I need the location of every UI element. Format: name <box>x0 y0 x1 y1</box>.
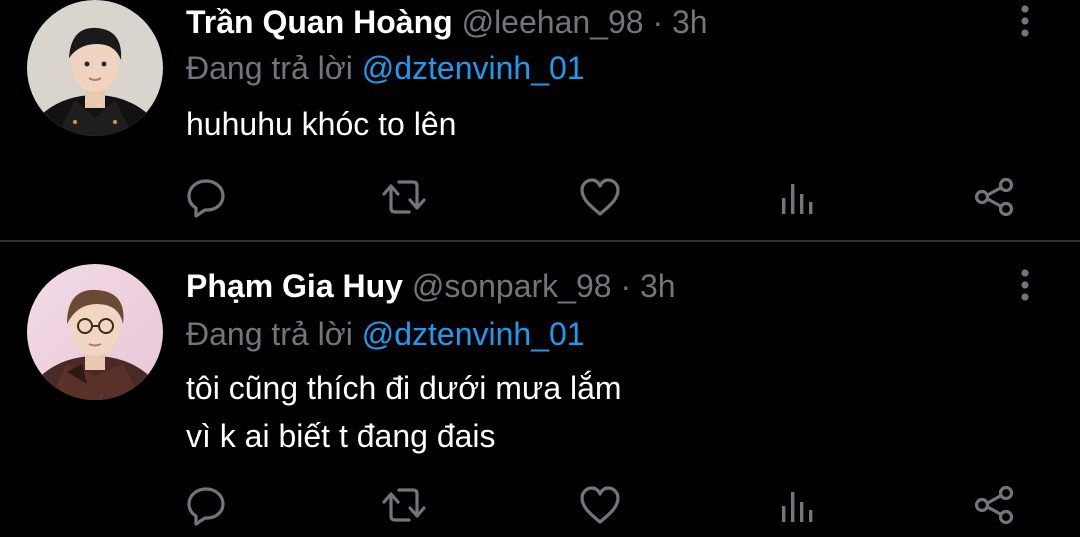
action-bar <box>0 172 1080 222</box>
separator: · <box>620 268 632 304</box>
like-icon[interactable] <box>575 172 625 222</box>
stats-icon[interactable] <box>772 480 822 530</box>
like-icon[interactable] <box>575 480 625 530</box>
share-icon[interactable] <box>970 172 1020 222</box>
retweet-icon[interactable] <box>379 480 429 530</box>
tweet-text-line: tôi cũng thích đi dưới mưa lắm <box>186 370 622 406</box>
tweet[interactable]: Phạm Gia Huy @sonpark_98 · 3h Đang trả l… <box>0 242 1080 537</box>
stats-icon[interactable] <box>772 172 822 222</box>
tweet-text: huhuhu khóc to lên <box>186 100 456 148</box>
tweet-text: tôi cũng thích đi dưới mưa lắm vì k ai b… <box>186 364 622 460</box>
user-handle[interactable]: @sonpark_98 <box>412 268 612 304</box>
reply-icon[interactable] <box>181 480 231 530</box>
replying-prefix: Đang trả lời <box>186 50 353 86</box>
tweet-header: Phạm Gia Huy @sonpark_98 · 3h <box>186 266 676 306</box>
replying-prefix: Đang trả lời <box>186 316 353 352</box>
avatar[interactable] <box>27 0 163 136</box>
tweet[interactable]: Trần Quan Hoàng @leehan_98 · 3h Đang trả… <box>0 0 1080 240</box>
replying-to: Đang trả lời @dztenvinh_01 <box>186 48 585 88</box>
timestamp[interactable]: 3h <box>640 268 676 304</box>
avatar[interactable] <box>27 264 163 400</box>
reply-target-link[interactable]: @dztenvinh_01 <box>362 316 585 352</box>
tweet-text-line: vì k ai biết t đang đais <box>186 418 496 454</box>
display-name[interactable]: Trần Quan Hoàng <box>186 4 453 40</box>
more-vertical-icon[interactable] <box>1010 2 1040 42</box>
display-name[interactable]: Phạm Gia Huy <box>186 268 403 304</box>
reply-target-link[interactable]: @dztenvinh_01 <box>362 50 585 86</box>
reply-icon[interactable] <box>181 172 231 222</box>
replying-to: Đang trả lời @dztenvinh_01 <box>186 314 585 354</box>
action-bar <box>0 480 1080 530</box>
more-vertical-icon[interactable] <box>1010 266 1040 306</box>
separator: · <box>652 4 664 40</box>
timestamp[interactable]: 3h <box>672 4 708 40</box>
tweet-text-line: huhuhu khóc to lên <box>186 106 457 142</box>
tweet-header: Trần Quan Hoàng @leehan_98 · 3h <box>186 2 708 42</box>
user-handle[interactable]: @leehan_98 <box>462 4 644 40</box>
share-icon[interactable] <box>970 480 1020 530</box>
retweet-icon[interactable] <box>379 172 429 222</box>
